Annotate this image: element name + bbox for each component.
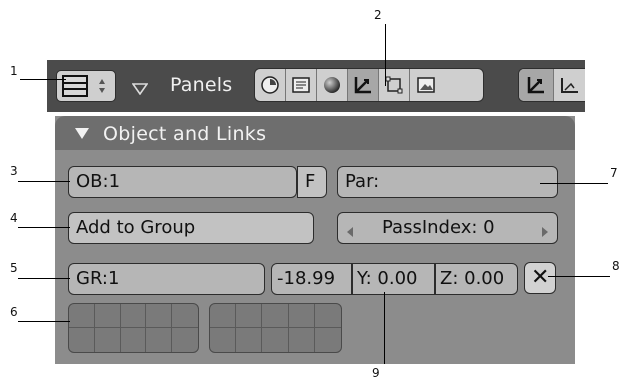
close-icon: ✕: [531, 265, 550, 290]
layer-cell[interactable]: [69, 304, 95, 328]
object-name-field[interactable]: OB:1: [68, 166, 297, 198]
layer-cell[interactable]: [69, 328, 95, 352]
pass-index-value: PassIndex: 0: [382, 217, 495, 238]
offset-x-value: -18.99: [277, 268, 336, 289]
offset-z-field[interactable]: Z: 0.00: [435, 263, 518, 295]
logic-icon: [261, 76, 279, 94]
object-name-value: OB:1: [76, 171, 121, 192]
callout-5: 5: [10, 261, 18, 275]
callout-8: 8: [612, 259, 620, 273]
panel-collapse-triangle-icon[interactable]: [75, 128, 89, 139]
logic-context-button[interactable]: [255, 69, 286, 101]
callout-1: 1: [10, 64, 18, 78]
layer-cell[interactable]: [95, 328, 121, 352]
object-context-button[interactable]: [348, 69, 379, 101]
scene-context-button[interactable]: [410, 69, 441, 101]
increment-arrow-icon[interactable]: [541, 222, 549, 243]
script-icon: [292, 77, 310, 93]
layer-cell[interactable]: [236, 328, 263, 352]
callout-9: 9: [372, 366, 380, 380]
object-axis-icon: [354, 77, 371, 94]
offset-x-field[interactable]: -18.99: [271, 263, 352, 295]
layer-cell[interactable]: [262, 304, 289, 328]
callout-3-line: [18, 181, 70, 182]
callout-4-line: [18, 227, 70, 228]
layer-cell[interactable]: [210, 328, 237, 352]
callout-6-line: [18, 321, 70, 322]
layer-cell[interactable]: [315, 328, 341, 352]
panel-title: Object and Links: [103, 123, 267, 145]
callout-2: 2: [374, 8, 382, 22]
layer-grid-right[interactable]: [209, 303, 342, 353]
layer-cell[interactable]: [146, 328, 173, 352]
layer-cell[interactable]: [314, 304, 341, 328]
object-axis-icon: [527, 77, 545, 94]
layer-cell[interactable]: [94, 304, 121, 328]
offset-y-field[interactable]: Y: 0.00: [352, 263, 435, 295]
layer-cell[interactable]: [172, 328, 198, 352]
callout-7-line: [540, 183, 608, 184]
decrement-arrow-icon[interactable]: [346, 222, 354, 243]
layer-cell[interactable]: [262, 328, 289, 352]
panels-label: Panels: [170, 74, 233, 96]
layer-cell[interactable]: [121, 328, 147, 352]
object-subcontext-button[interactable]: [519, 69, 555, 101]
window-type-menu[interactable]: [56, 70, 116, 102]
scene-image-icon: [416, 77, 435, 93]
material-sphere-icon: [324, 77, 340, 93]
callout-3: 3: [10, 164, 18, 178]
script-context-button[interactable]: [286, 69, 317, 101]
layer-cell[interactable]: [120, 304, 147, 328]
physics-icon: [560, 78, 578, 93]
editing-square-icon: [385, 76, 403, 94]
layer-cell[interactable]: [172, 304, 198, 328]
parent-label: Par:: [345, 171, 380, 192]
callout-1-line: [20, 79, 66, 80]
fake-user-button[interactable]: F: [297, 166, 327, 198]
pass-index-field[interactable]: PassIndex: 0: [337, 212, 558, 244]
callout-6: 6: [10, 305, 18, 319]
offset-z-value: Z: 0.00: [440, 268, 505, 289]
parent-field[interactable]: Par:: [337, 166, 558, 198]
callout-2-line: [385, 24, 386, 86]
context-button-group: [254, 68, 484, 102]
layer-cell[interactable]: [210, 304, 237, 328]
group-name-value: GR:1: [76, 268, 120, 289]
editing-context-button[interactable]: [379, 69, 410, 101]
layer-cell[interactable]: [289, 328, 315, 352]
add-to-group-button[interactable]: Add to Group: [68, 212, 314, 244]
layer-grid-left[interactable]: [68, 303, 199, 353]
fake-user-label: F: [305, 171, 316, 192]
layer-cell[interactable]: [236, 304, 263, 328]
sub-context-button-group: [518, 68, 585, 102]
callout-7: 7: [610, 166, 618, 180]
up-down-arrows-icon: [97, 77, 107, 95]
callout-5-line: [18, 278, 70, 279]
header-collapse-triangle-icon[interactable]: [131, 80, 149, 96]
physics-subcontext-button[interactable]: [554, 69, 585, 101]
callout-9-line: [384, 292, 385, 364]
layer-cell[interactable]: [288, 304, 315, 328]
shading-context-button[interactable]: [317, 69, 348, 101]
group-name-field[interactable]: GR:1: [68, 263, 265, 295]
add-to-group-label: Add to Group: [76, 217, 196, 238]
offset-y-value: Y: 0.00: [357, 268, 418, 289]
remove-from-group-button[interactable]: ✕: [524, 262, 556, 294]
callout-4: 4: [10, 211, 18, 225]
callout-8-line: [548, 276, 610, 277]
layer-cell[interactable]: [146, 304, 173, 328]
